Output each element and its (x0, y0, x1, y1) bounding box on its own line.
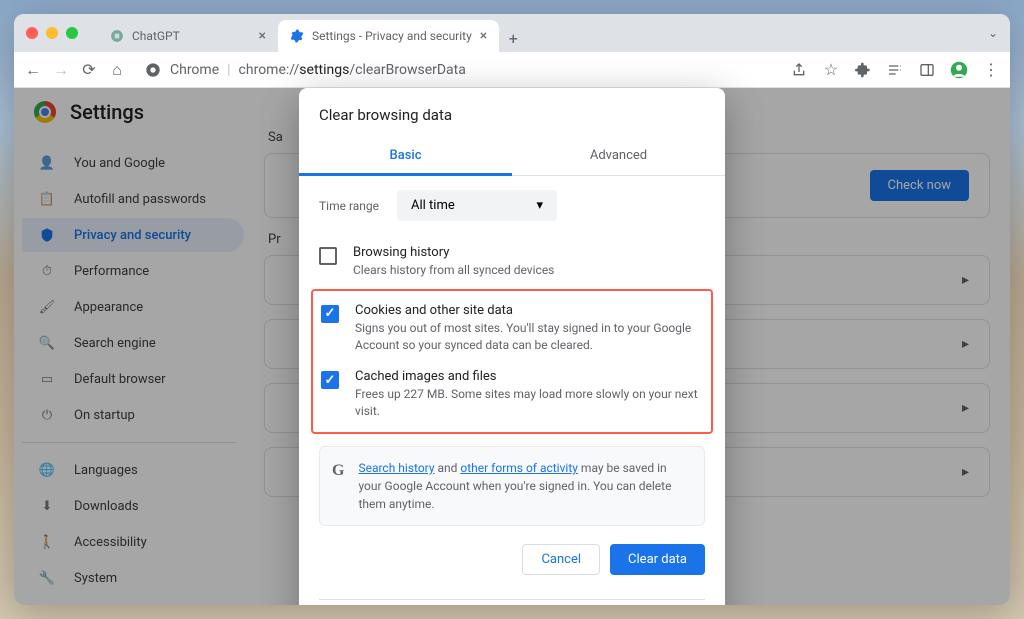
url-host: settings (299, 62, 349, 78)
option-desc: Frees up 227 MB. Some sites may load mor… (355, 386, 703, 420)
time-range-label: Time range (319, 199, 379, 213)
time-range-select[interactable]: All time ▾ (397, 190, 557, 221)
close-tab-icon[interactable]: × (480, 28, 487, 44)
tabs-overflow-icon[interactable]: ⌄ (988, 26, 998, 40)
clear-data-button[interactable]: Clear data (610, 544, 705, 575)
forward-button[interactable]: → (52, 61, 70, 79)
url-path: /clearBrowserData (349, 62, 466, 78)
gear-icon (290, 29, 304, 43)
tab-basic[interactable]: Basic (299, 138, 512, 176)
checkbox-browsing-history[interactable] (319, 247, 337, 265)
window-controls (26, 27, 78, 39)
bookmark-icon[interactable]: ☆ (822, 61, 840, 79)
option-cached: Cached images and files Frees up 227 MB.… (313, 361, 711, 428)
time-range-row: Time range All time ▾ (299, 176, 725, 235)
search-history-link[interactable]: Search history (358, 461, 434, 475)
browser-window: ChatGPT × Settings - Privacy and securit… (14, 14, 1010, 605)
highlighted-options: Cookies and other site data Signs you ou… (311, 289, 713, 434)
url-prefix: Chrome (170, 62, 219, 78)
chevron-down-icon: ▾ (537, 198, 544, 213)
tab-chatgpt[interactable]: ChatGPT × (98, 20, 278, 52)
chatgpt-icon (110, 29, 124, 43)
time-range-value: All time (411, 198, 455, 213)
tab-strip: ChatGPT × Settings - Privacy and securit… (98, 14, 527, 52)
info-box: G Search history and other forms of acti… (319, 446, 705, 526)
minimize-window-button[interactable] (46, 27, 58, 39)
new-tab-button[interactable]: + (499, 24, 527, 52)
clear-browsing-data-dialog: Clear browsing data Basic Advanced Time … (299, 88, 725, 605)
checkbox-cached[interactable] (321, 371, 339, 389)
option-title: Cached images and files (355, 369, 703, 384)
option-cookies: Cookies and other site data Signs you ou… (313, 295, 711, 362)
address-bar[interactable]: Chrome | chrome://settings/clearBrowserD… (136, 61, 780, 79)
profile-avatar-icon[interactable] (950, 61, 968, 79)
info-text: Search history and other forms of activi… (358, 459, 692, 513)
checkbox-cookies[interactable] (321, 305, 339, 323)
home-button[interactable]: ⌂ (108, 61, 126, 79)
google-icon: G (332, 459, 344, 513)
dialog-title: Clear browsing data (299, 88, 725, 138)
dialog-tabs: Basic Advanced (299, 138, 725, 176)
share-icon[interactable] (790, 61, 808, 79)
option-title: Browsing history (353, 245, 554, 260)
toolbar: ← → ⟳ ⌂ Chrome | chrome://settings/clear… (14, 52, 1010, 88)
cancel-button[interactable]: Cancel (522, 544, 600, 575)
dialog-actions: Cancel Clear data (299, 538, 725, 591)
option-desc: Clears history from all synced devices (353, 262, 554, 279)
back-button[interactable]: ← (24, 61, 42, 79)
maximize-window-button[interactable] (66, 27, 78, 39)
close-tab-icon[interactable]: × (259, 28, 266, 44)
tab-settings[interactable]: Settings - Privacy and security × (278, 20, 499, 52)
content-area: Settings 👤You and Google 📋Autofill and p… (14, 88, 1010, 605)
divider (319, 599, 705, 600)
tab-label: Settings - Privacy and security (312, 29, 472, 43)
tab-advanced[interactable]: Advanced (512, 138, 725, 175)
reload-button[interactable]: ⟳ (80, 61, 98, 79)
other-activity-link[interactable]: other forms of activity (460, 461, 578, 475)
option-desc: Signs you out of most sites. You'll stay… (355, 320, 703, 354)
titlebar: ChatGPT × Settings - Privacy and securit… (14, 14, 1010, 52)
option-title: Cookies and other site data (355, 303, 703, 318)
menu-icon[interactable]: ⋮ (982, 61, 1000, 79)
option-browsing-history: Browsing history Clears history from all… (299, 235, 725, 289)
url-scheme: chrome:// (239, 62, 300, 78)
extensions-icon[interactable] (854, 61, 872, 79)
tab-label: ChatGPT (132, 29, 180, 43)
side-panel-icon[interactable] (918, 61, 936, 79)
chrome-icon (144, 61, 162, 79)
reading-list-icon[interactable] (886, 61, 904, 79)
close-window-button[interactable] (26, 27, 38, 39)
